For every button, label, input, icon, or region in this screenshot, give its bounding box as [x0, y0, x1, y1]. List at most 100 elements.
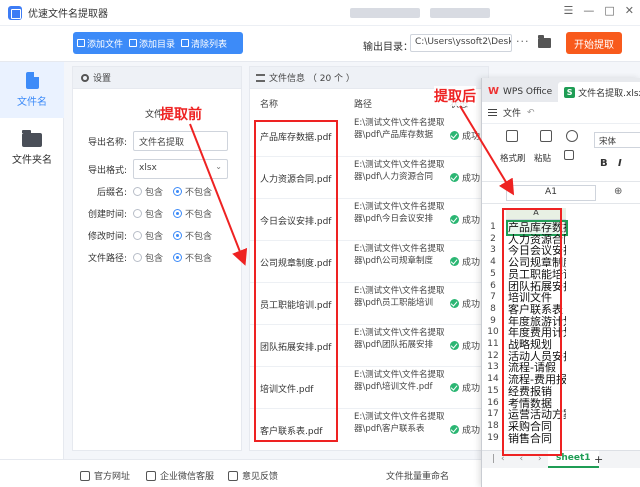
row-number[interactable]: 17 — [482, 409, 504, 419]
row-number[interactable]: 6 — [482, 281, 504, 291]
wps-home-tab[interactable]: W WPS Office — [482, 82, 558, 102]
wps-file-tab[interactable]: S 文件名提取.xlsx — [558, 82, 640, 102]
output-dir-input[interactable]: C:\Users\yssoft2\Deskt — [410, 34, 512, 52]
chat-icon — [146, 470, 156, 481]
wechat-support-link[interactable]: 企业微信客服 — [146, 469, 214, 482]
wps-menu-bar: 文件 ↶ — [482, 102, 640, 124]
cut-icon[interactable] — [566, 130, 578, 142]
radio-include[interactable]: 包含 — [133, 229, 163, 242]
radio-exclude[interactable]: 不包含 — [173, 185, 212, 198]
maximize-icon[interactable]: □ — [604, 4, 614, 17]
highlight-before-box — [254, 120, 338, 442]
cell-reference-box[interactable]: A1 — [506, 185, 596, 201]
row-number[interactable]: 19 — [482, 433, 504, 443]
font-family-select[interactable]: 宋体 — [594, 132, 640, 148]
menu-icon[interactable]: ☰ — [564, 4, 574, 17]
minimize-icon[interactable]: — — [583, 4, 594, 17]
option-row-modified: 修改时间: 包含 不包含 — [73, 229, 243, 247]
wps-tab-bar: W WPS Office S 文件名提取.xlsx — [482, 78, 640, 102]
row-number[interactable]: 9 — [482, 316, 504, 326]
row-number[interactable]: 5 — [482, 269, 504, 279]
file-menu[interactable]: 文件 — [503, 106, 521, 119]
blurred-area — [350, 8, 420, 18]
undo-icon[interactable]: ↶ — [527, 108, 535, 118]
option-row-created: 创建时间: 包含 不包含 — [73, 207, 243, 225]
app-title: 优速文件名提取器 — [28, 9, 108, 20]
paste-label: 粘贴 — [534, 154, 552, 164]
gear-icon — [81, 73, 89, 82]
add-dir-button[interactable]: 添加目录 — [129, 37, 175, 50]
clear-icon — [181, 39, 190, 47]
success-icon — [450, 215, 459, 224]
success-icon — [450, 341, 459, 350]
row-number[interactable]: 3 — [482, 245, 504, 255]
row-number[interactable]: 16 — [482, 398, 504, 408]
zoom-icon[interactable]: ⊕ — [614, 186, 622, 197]
label-after: 提取后 — [434, 86, 476, 106]
add-sheet-icon[interactable]: + — [594, 453, 603, 466]
menu-icon[interactable] — [488, 109, 497, 116]
title-bar: 优速文件名提取器 ☰ — □ ✕ — [0, 0, 640, 26]
nav-item-filename[interactable]: 文件名 — [0, 62, 64, 118]
row-number[interactable]: 15 — [482, 386, 504, 396]
start-extract-button[interactable]: 开始提取 — [566, 32, 622, 54]
row-number[interactable]: 18 — [482, 421, 504, 431]
row-number[interactable]: 13 — [482, 362, 504, 372]
success-icon — [450, 131, 459, 140]
format-painter-icon[interactable] — [506, 130, 518, 142]
italic-button[interactable]: I — [618, 158, 622, 169]
chevron-down-icon: ⌄ — [215, 162, 222, 171]
radio-include[interactable]: 包含 — [133, 207, 163, 220]
format-painter-label: 格式刷 — [500, 154, 526, 164]
clear-list-button[interactable]: 清除列表 — [181, 37, 227, 50]
row-number[interactable]: 14 — [482, 374, 504, 384]
feedback-link[interactable]: 意见反馈 — [228, 469, 278, 482]
paste-icon[interactable] — [540, 130, 552, 142]
batch-rename-link[interactable]: 文件批量重命名 — [386, 469, 449, 482]
blurred-area — [430, 8, 490, 18]
success-icon — [450, 173, 459, 182]
export-format-select[interactable]: xlsx ⌄ — [133, 159, 228, 179]
row-number[interactable]: 11 — [482, 339, 504, 349]
output-dir-label: 输出目录： — [363, 42, 413, 53]
radio-exclude[interactable]: 不包含 — [173, 207, 212, 220]
add-file-button[interactable]: 添加文件 — [77, 37, 123, 50]
close-icon[interactable]: ✕ — [625, 4, 634, 17]
export-name-input[interactable]: 文件名提取 — [133, 131, 228, 151]
row-number[interactable]: 2 — [482, 234, 504, 244]
add-folder-icon — [129, 39, 138, 47]
bold-button[interactable]: B — [600, 158, 608, 169]
app-logo-icon — [8, 5, 22, 20]
folder-icon — [22, 130, 42, 147]
row-number[interactable]: 10 — [482, 327, 504, 337]
row-number[interactable]: 1 — [482, 222, 504, 232]
radio-exclude[interactable]: 不包含 — [173, 229, 212, 242]
radio-include[interactable]: 包含 — [133, 251, 163, 264]
formula-bar: A1 ⊕ — [482, 182, 640, 204]
radio-exclude[interactable]: 不包含 — [173, 251, 212, 264]
wps-ribbon: 格式刷 粘贴 宋体 B I — [482, 124, 640, 182]
highlight-after-box — [502, 208, 562, 456]
spreadsheet-icon: S — [564, 86, 576, 98]
nav-item-foldername[interactable]: 文件夹名 — [0, 120, 64, 176]
copy-icon[interactable] — [564, 150, 574, 160]
col-header-path: 路径 — [354, 100, 373, 110]
website-link[interactable]: 官方网址 — [80, 469, 130, 482]
option-row-suffix: 后缀名: 包含 不包含 — [73, 185, 243, 203]
row-number[interactable]: 7 — [482, 292, 504, 302]
row-number[interactable]: 8 — [482, 304, 504, 314]
browse-more-button[interactable]: ··· — [516, 35, 530, 48]
col-header-name: 名称 — [260, 100, 279, 110]
row-number[interactable]: 4 — [482, 257, 504, 267]
success-icon — [450, 257, 459, 266]
side-nav: 文件名 文件夹名 — [0, 62, 64, 459]
row-number[interactable]: 12 — [482, 351, 504, 361]
success-icon — [450, 299, 459, 308]
radio-include[interactable]: 包含 — [133, 185, 163, 198]
option-row-path: 文件路径: 包含 不包含 — [73, 251, 243, 269]
window-controls: ☰ — □ ✕ — [564, 4, 635, 17]
feedback-icon — [228, 470, 238, 481]
open-folder-icon[interactable] — [538, 35, 551, 48]
list-icon — [256, 73, 265, 82]
add-file-icon — [77, 39, 85, 47]
